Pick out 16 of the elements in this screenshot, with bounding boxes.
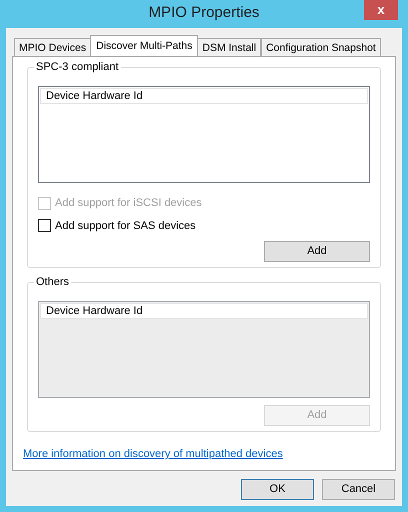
checkbox-label: Add support for iSCSI devices — [55, 196, 202, 211]
window-title: MPIO Properties — [148, 4, 260, 22]
column-header[interactable]: Device Hardware Id — [40, 88, 368, 104]
tab[interactable]: MPIO Devices — [14, 38, 92, 56]
checkbox-label: Add support for SAS devices — [55, 218, 196, 234]
checkbox[interactable] — [38, 219, 51, 232]
tab[interactable]: Configuration Snapshot — [261, 38, 381, 56]
add-button[interactable]: Add — [264, 241, 370, 262]
group-label: SPC-3 compliant — [34, 60, 121, 74]
info-link[interactable]: More information on discovery of multipathed devices — [23, 448, 283, 460]
close-button[interactable]: x — [364, 0, 398, 20]
tab[interactable]: DSM Install — [197, 38, 262, 56]
dialog-button[interactable]: Cancel — [322, 479, 395, 500]
dialog-button[interactable]: OK — [241, 479, 314, 500]
tab[interactable]: Discover Multi-Paths — [90, 35, 198, 56]
device-list[interactable]: Device Hardware Id — [38, 86, 370, 183]
